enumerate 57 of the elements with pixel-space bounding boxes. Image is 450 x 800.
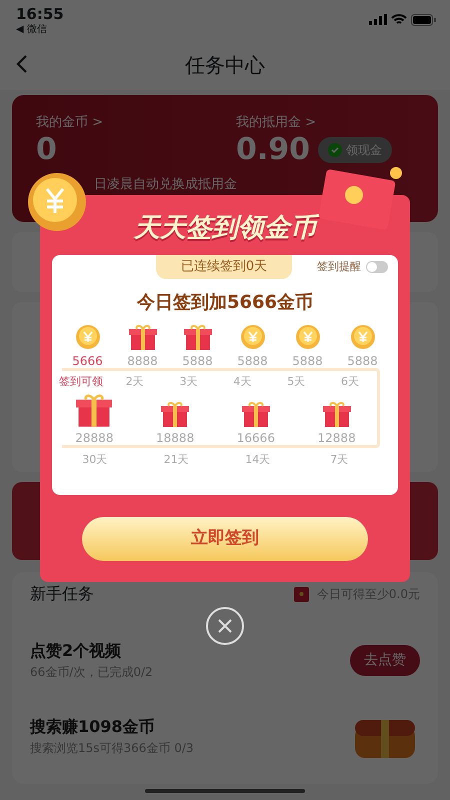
reward-amount: 18888	[156, 430, 194, 444]
coin-icon	[348, 324, 376, 350]
day-label: 6天	[340, 374, 360, 390]
streak-banner: 已连续签到0天	[156, 255, 292, 279]
coin-icon	[294, 324, 322, 350]
gift-icon	[242, 400, 270, 426]
day-label: 21天	[162, 452, 190, 468]
day-label: 4天	[232, 374, 252, 390]
day-label: 7天	[329, 452, 350, 468]
go-like-button[interactable]: 去点赞	[350, 644, 420, 676]
dialog-title: 天天签到领金币	[40, 209, 410, 248]
day-label: 14天	[244, 452, 272, 468]
close-icon	[218, 619, 232, 633]
reminder-toggle[interactable]	[366, 261, 388, 274]
coins-value: 0	[36, 132, 58, 166]
coin-icon	[74, 324, 102, 350]
reward-amount: 5888	[182, 354, 213, 368]
task-title: 搜索赚1098金币	[30, 716, 156, 738]
gift-icon	[322, 400, 351, 426]
reward-amount: 12888	[318, 430, 356, 444]
back-to-app-link[interactable]: ◀ 微信	[16, 22, 64, 37]
gift-icon	[128, 324, 156, 350]
reward-amount: 28888	[75, 430, 114, 444]
sign-in-button[interactable]: 立即签到	[82, 517, 368, 561]
task-title: 点赞2个视频	[30, 640, 122, 662]
today-reward-headline: 今日签到加5666金币	[136, 291, 314, 315]
reward-amount: 5888	[292, 354, 323, 368]
reward-amount: 16666	[236, 430, 275, 444]
reward-amount: 8888	[127, 354, 158, 368]
coins-label[interactable]: 我的金币 >	[36, 113, 236, 132]
close-button[interactable]	[206, 607, 244, 645]
day-label: 5天	[286, 374, 306, 390]
reminder-label: 签到提醒	[317, 259, 361, 275]
gift-icon	[184, 324, 212, 350]
battery-icon	[411, 14, 436, 26]
wifi-icon	[391, 14, 407, 25]
day-label: 30天	[81, 452, 108, 468]
voucher-value: 0.90	[236, 132, 310, 166]
envelope-icon	[294, 586, 309, 602]
back-icon[interactable]	[16, 54, 28, 74]
day-label: 3天	[178, 374, 199, 390]
clock-time: 16:55	[16, 6, 64, 22]
reward-amount: 5888	[237, 354, 268, 368]
reward-amount: 5666	[72, 354, 103, 368]
gift-icon	[76, 392, 112, 426]
section-title: 新手任务	[30, 583, 94, 605]
exchange-note: 日凌晨自动兑换成抵用金	[93, 176, 238, 194]
reward-amount: 5888	[347, 354, 378, 368]
coin-drawing	[26, 171, 88, 233]
page-title: 任务中心	[185, 52, 265, 79]
voucher-label[interactable]: 我的抵用金 >	[236, 113, 392, 132]
gift-icon	[161, 400, 190, 426]
signal-icon	[369, 14, 387, 25]
day-label: 2天	[124, 374, 145, 390]
day-label: 签到可领	[58, 374, 104, 390]
coin-icon	[238, 324, 266, 350]
check-icon	[328, 142, 342, 156]
